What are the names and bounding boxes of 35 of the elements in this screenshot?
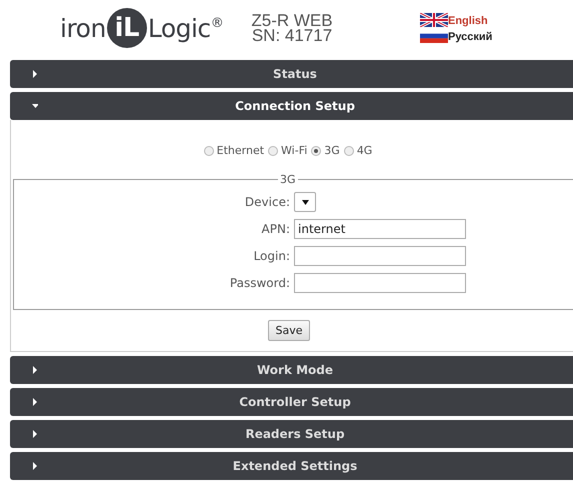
radio-option[interactable]: Ethernet — [204, 144, 264, 157]
field-label: APN: — [260, 222, 291, 236]
caret-icon — [302, 200, 308, 204]
caret-icon — [32, 398, 38, 406]
radio-option[interactable]: 4G — [344, 144, 372, 157]
section-header[interactable]: Extended Settings — [10, 452, 573, 480]
section-header[interactable]: Work Mode — [10, 356, 573, 384]
registered-mark: ® — [210, 16, 224, 31]
language-link[interactable]: Русский — [420, 29, 492, 43]
flag-icon — [420, 13, 448, 27]
field-label: Login: — [252, 248, 291, 262]
input-field[interactable] — [294, 246, 466, 266]
radio-option[interactable]: Wi-Fi — [268, 144, 308, 157]
radio-option[interactable]: 3G — [311, 144, 340, 157]
field-label: Device: — [244, 195, 291, 209]
group-legend: 3G — [278, 173, 298, 186]
logo-text: Logic — [148, 14, 211, 42]
input-field[interactable] — [294, 273, 466, 293]
section-header[interactable]: Controller Setup — [10, 388, 573, 416]
caret-icon — [32, 430, 38, 438]
section-header[interactable]: Readers Setup — [10, 420, 573, 448]
logo-text: iron — [60, 14, 106, 42]
device-dropdown[interactable] — [294, 192, 316, 212]
serial-number: SN: 41717 — [252, 28, 332, 43]
device-model: Z5-R WEB — [251, 13, 333, 28]
caret-icon — [32, 366, 38, 374]
caret-icon — [32, 102, 38, 110]
caret-icon — [32, 462, 38, 470]
caret-icon — [32, 70, 38, 78]
section-header[interactable]: Status — [10, 60, 573, 88]
field-label: Password: — [228, 276, 291, 290]
logo-mark: iL — [106, 8, 147, 48]
section-header[interactable]: Connection Setup — [10, 92, 573, 120]
save-button[interactable]: Save — [268, 320, 310, 341]
input-field[interactable]: internet — [294, 219, 466, 239]
